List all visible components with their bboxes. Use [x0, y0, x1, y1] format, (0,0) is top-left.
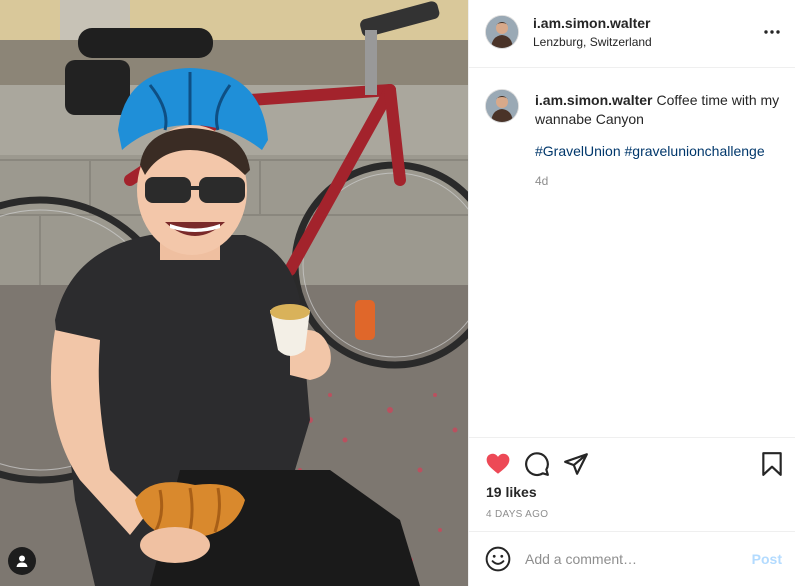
post-comment-button[interactable]: Post	[752, 551, 782, 567]
comment-button[interactable]	[524, 451, 550, 477]
caption-section: i.am.simon.walter Coffee time with my wan…	[469, 69, 795, 437]
post-location[interactable]: Lenzburg, Switzerland	[533, 35, 652, 49]
post-date[interactable]: 4 DAYS AGO	[486, 509, 548, 520]
post-photo[interactable]	[0, 0, 468, 586]
like-count[interactable]: 19 likes	[486, 484, 537, 500]
more-options-button[interactable]	[762, 22, 782, 42]
more-options-icon	[764, 30, 780, 34]
bookmark-icon	[762, 452, 782, 476]
share-button[interactable]	[563, 451, 589, 477]
caption-timestamp[interactable]: 4d	[535, 174, 548, 188]
emoji-button[interactable]	[485, 546, 511, 572]
comment-icon	[525, 452, 549, 477]
post-caption: i.am.simon.walter Coffee time with my wan…	[535, 91, 785, 129]
caption-avatar[interactable]	[486, 90, 518, 122]
like-button[interactable]	[485, 451, 511, 477]
hashtag-link[interactable]: #gravelunionchallenge	[625, 143, 765, 159]
hashtag-link[interactable]: #GravelUnion	[535, 143, 621, 159]
action-bar: 19 likes 4 DAYS AGO	[469, 437, 795, 532]
paper-plane-icon	[564, 453, 588, 475]
caption-username[interactable]: i.am.simon.walter	[535, 92, 652, 108]
avatar[interactable]	[486, 16, 518, 48]
author-username[interactable]: i.am.simon.walter	[533, 15, 650, 31]
profile-picture	[486, 16, 518, 48]
comment-form: Post	[469, 531, 795, 586]
post-side-panel: i.am.simon.walter Lenzburg, Switzerland …	[468, 0, 795, 586]
user-tags-button[interactable]	[8, 547, 36, 575]
heart-icon	[486, 453, 510, 474]
hashtag-list: #GravelUnion #gravelunionchallenge	[535, 143, 765, 159]
post-header: i.am.simon.walter Lenzburg, Switzerland	[469, 0, 795, 68]
user-tag-icon	[16, 555, 28, 567]
comment-input[interactable]	[525, 546, 735, 572]
save-button[interactable]	[759, 451, 785, 477]
profile-picture	[486, 90, 518, 122]
cyclist-photo	[0, 0, 468, 586]
smiley-icon	[485, 546, 511, 572]
